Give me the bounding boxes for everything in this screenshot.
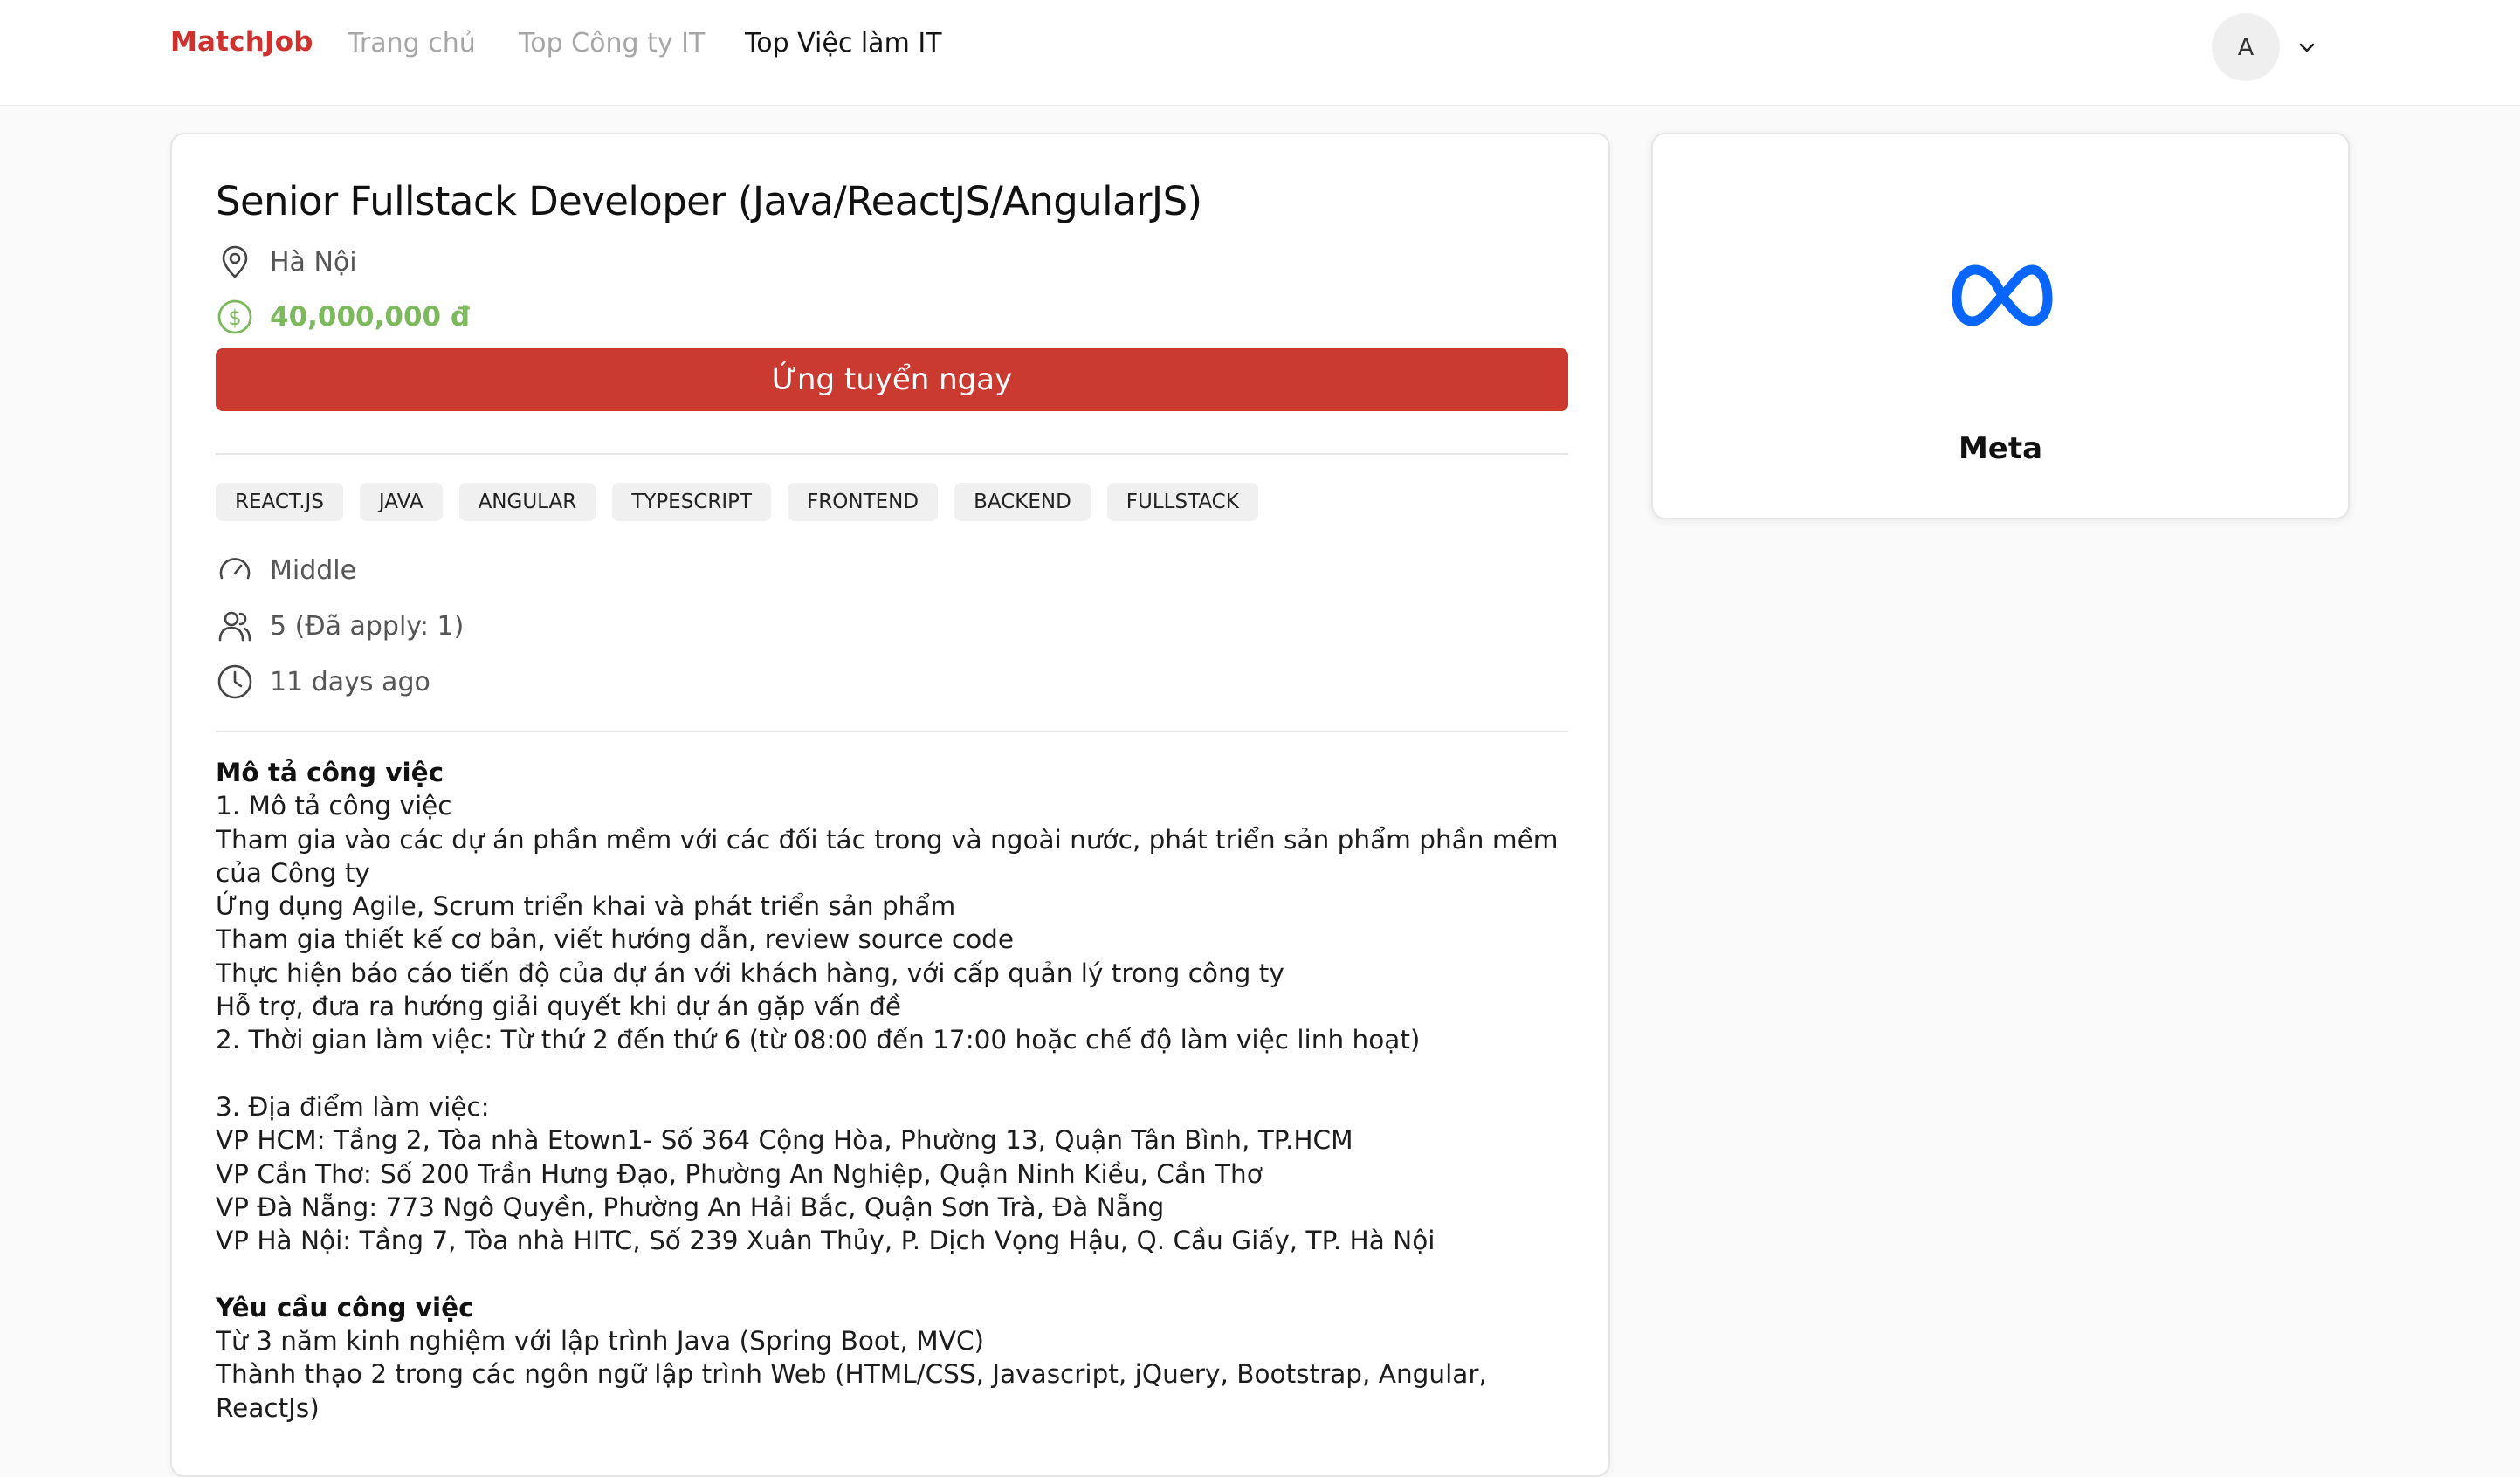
- svg-text:$: $: [228, 306, 241, 330]
- description-line: Tham gia vào các dự án phần mềm với các …: [216, 824, 1566, 888]
- dollar-circle-icon: $: [217, 299, 252, 334]
- skill-tag[interactable]: TYPESCRIPT: [612, 483, 772, 521]
- divider: [216, 731, 1568, 732]
- users-icon: [218, 611, 251, 642]
- nav-top-jobs-link[interactable]: Top Việc làm IT: [745, 28, 942, 58]
- divider: [216, 453, 1568, 455]
- description-line: Thực hiện báo cáo tiến độ của dự án với …: [216, 958, 1284, 988]
- skill-tag[interactable]: FULLSTACK: [1106, 483, 1258, 521]
- description-line: 2. Thời gian làm việc: Từ thứ 2 đến thứ …: [216, 1025, 1421, 1055]
- gauge-icon: [219, 558, 251, 580]
- salary-text: 40,000,000 đ: [270, 301, 471, 333]
- level-text: Middle: [270, 554, 357, 586]
- job-description: Mô tả công việc 1. Mô tả công việc Tham …: [216, 756, 1568, 1425]
- description-line: 1. Mô tả công việc: [216, 791, 452, 821]
- level-row: Middle: [216, 551, 356, 589]
- apply-now-button[interactable]: Ứng tuyển ngay: [216, 348, 1568, 411]
- meta-logo-icon[interactable]: [1950, 257, 2055, 335]
- requirement-line: Từ 3 năm kinh nghiệm với lập trình Java …: [216, 1326, 985, 1357]
- skill-tags: REACT.JS JAVA ANGULAR TYPESCRIPT FRONTEN…: [216, 483, 1275, 521]
- skill-tag[interactable]: ANGULAR: [458, 483, 596, 521]
- quantity-row: 5 (Đã apply: 1): [216, 607, 464, 645]
- requirement-line: Thành thạo 2 trong các ngôn ngữ lập trìn…: [216, 1359, 1496, 1423]
- description-title: Mô tả công việc: [216, 758, 444, 787]
- job-title: Senior Fullstack Developer (Java/ReactJS…: [216, 178, 1202, 224]
- top-header: MatchJob Trang chủ Top Công ty IT Top Vi…: [0, 0, 2520, 106]
- skill-tag[interactable]: JAVA: [359, 483, 443, 521]
- job-detail-card: Senior Fullstack Developer (Java/ReactJS…: [170, 133, 1610, 1477]
- location-text: Hà Nội: [270, 246, 357, 278]
- requirements-title: Yêu cầu công việc: [216, 1292, 474, 1322]
- company-name[interactable]: Meta: [1653, 431, 2348, 466]
- posted-time-text: 11 days ago: [270, 666, 430, 697]
- nav-home-link[interactable]: Trang chủ: [348, 28, 476, 58]
- description-line: 3. Địa điểm làm việc:: [216, 1091, 490, 1122]
- location-pin-icon: [222, 245, 248, 278]
- posted-row: 11 days ago: [216, 663, 430, 701]
- description-line: VP Cần Thơ: Số 200 Trần Hưng Đạo, Phường…: [216, 1158, 1263, 1189]
- clock-icon: [217, 664, 252, 699]
- description-line: Ứng dụng Agile, Scrum triển khai và phát…: [216, 891, 956, 922]
- skill-tag[interactable]: REACT.JS: [216, 483, 343, 521]
- user-avatar[interactable]: A: [2212, 13, 2280, 81]
- location-row: Hà Nội: [216, 243, 357, 281]
- company-card[interactable]: Meta: [1651, 133, 2350, 519]
- description-line: Hỗ trợ, đưa ra hướng giải quyết khi dự á…: [216, 992, 902, 1022]
- description-line: Tham gia thiết kế cơ bản, viết hướng dẫn…: [216, 924, 1015, 955]
- brand-logo-link[interactable]: MatchJob: [170, 26, 313, 58]
- chevron-down-icon[interactable]: [2296, 37, 2317, 58]
- skill-tag[interactable]: FRONTEND: [788, 483, 939, 521]
- description-line: VP Hà Nội: Tầng 7, Tòa nhà HITC, Số 239 …: [216, 1226, 1436, 1256]
- salary-row: $ 40,000,000 đ: [216, 298, 470, 336]
- description-line: VP HCM: Tầng 2, Tòa nhà Etown1- Số 364 C…: [216, 1125, 1353, 1156]
- quantity-text: 5 (Đã apply: 1): [270, 610, 465, 642]
- description-line: VP Đà Nẵng: 773 Ngô Quyền, Phường An Hải…: [216, 1192, 1165, 1222]
- skill-tag[interactable]: BACKEND: [954, 483, 1091, 521]
- nav-top-companies-link[interactable]: Top Công ty IT: [519, 28, 705, 58]
